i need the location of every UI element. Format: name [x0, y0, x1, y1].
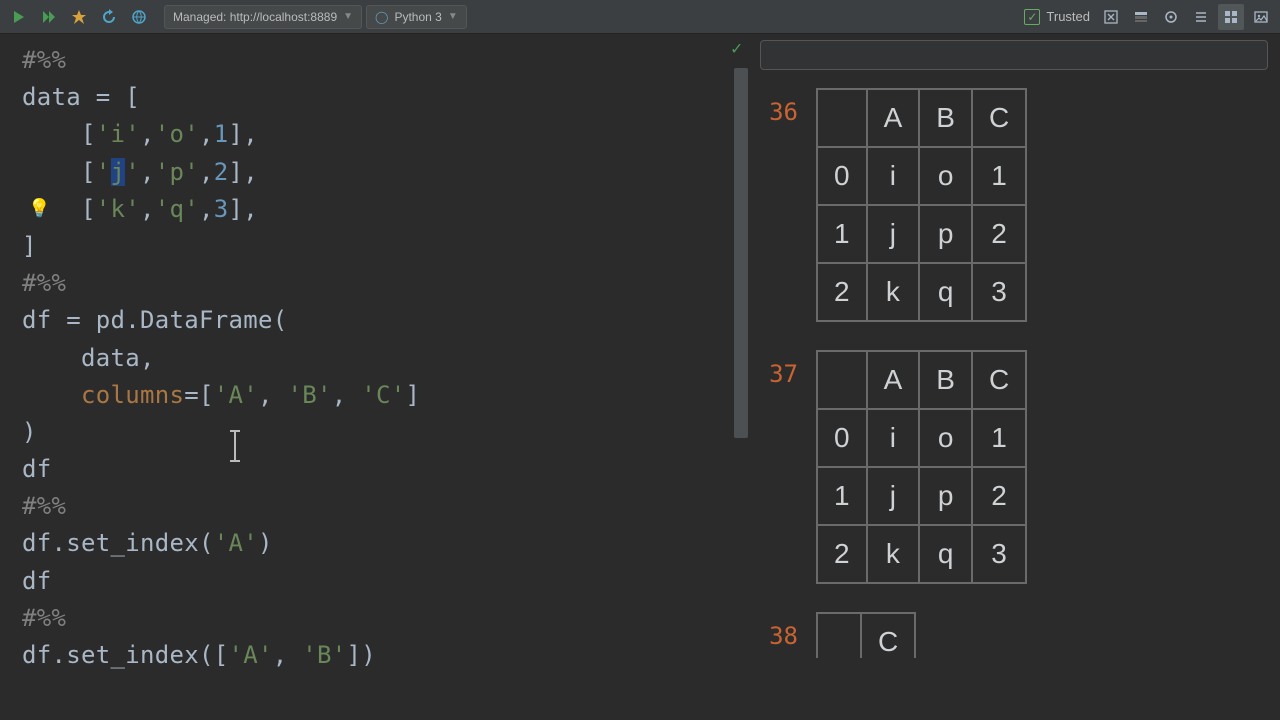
output-panel: 36ABC0io11jp22kq337ABC0io11jp22kq338C — [748, 34, 1280, 720]
kernel-combo[interactable]: ◯ Python 3 ▼ — [366, 5, 467, 29]
dataframe-table: C — [816, 612, 916, 658]
table-cell: q — [919, 525, 972, 583]
table-index-cell: 2 — [817, 263, 867, 321]
trusted-indicator[interactable]: ✓ Trusted — [1020, 9, 1094, 25]
table-header: B — [919, 351, 972, 409]
table-cell: q — [919, 263, 972, 321]
code-line[interactable]: ['k','q',3], — [22, 191, 748, 228]
table-row: 1jp2 — [817, 467, 1026, 525]
table-cell: 1 — [972, 409, 1026, 467]
grid-icon[interactable] — [1218, 4, 1244, 30]
table-cell: p — [919, 467, 972, 525]
code-line[interactable]: data, — [22, 340, 748, 377]
table-index-cell: 1 — [817, 467, 867, 525]
toolbar: Managed: http://localhost:8889 ▼ ◯ Pytho… — [0, 0, 1280, 34]
table-header — [817, 89, 867, 147]
output-header[interactable] — [760, 40, 1268, 70]
execution-count: 38 — [760, 612, 798, 650]
code-line[interactable]: df — [22, 451, 748, 488]
trusted-label: Trusted — [1046, 9, 1090, 24]
server-combo-label: Managed: http://localhost:8889 — [173, 10, 337, 24]
code-line[interactable]: df.set_index(['A', 'B']) — [22, 637, 748, 674]
table-cell: 2 — [972, 467, 1026, 525]
table-row: 1jp2 — [817, 205, 1026, 263]
code-line[interactable]: df — [22, 563, 748, 600]
scroll-out-icon[interactable] — [1098, 4, 1124, 30]
chevron-down-icon: ▼ — [343, 11, 353, 22]
table-cell: o — [919, 147, 972, 205]
code-line[interactable]: ) — [22, 414, 748, 451]
code-line[interactable]: #%% — [22, 600, 748, 637]
table-header: C — [972, 89, 1026, 147]
table-row: 2kq3 — [817, 525, 1026, 583]
variables-icon[interactable] — [1128, 4, 1154, 30]
browse-icon[interactable] — [126, 4, 152, 30]
cell-output: 36ABC0io11jp22kq3 — [760, 88, 1268, 322]
code-line[interactable]: data = [ — [22, 79, 748, 116]
table-header — [817, 351, 867, 409]
table-cell: p — [919, 205, 972, 263]
table-row: 0io1 — [817, 147, 1026, 205]
table-cell: i — [867, 409, 920, 467]
table-header: C — [972, 351, 1026, 409]
execution-count: 37 — [760, 350, 798, 388]
code-line[interactable]: #%% — [22, 488, 748, 525]
check-icon: ✓ — [1024, 9, 1040, 25]
run-all-icon[interactable] — [36, 4, 62, 30]
code-line[interactable]: df = pd.DataFrame( — [22, 302, 748, 339]
table-header — [817, 613, 861, 658]
cell-output: 38 C — [760, 612, 1268, 658]
table-row: 0io1 — [817, 409, 1026, 467]
cell-output: 37ABC0io11jp22kq3 — [760, 350, 1268, 584]
table-header: C — [861, 613, 915, 658]
table-index-cell: 0 — [817, 147, 867, 205]
table-cell: 3 — [972, 263, 1026, 321]
image-icon[interactable] — [1248, 4, 1274, 30]
run-cell-icon[interactable] — [6, 4, 32, 30]
inspection-ok-icon: ✓ — [731, 38, 742, 59]
table-cell: k — [867, 525, 920, 583]
table-header: A — [867, 351, 920, 409]
table-header: A — [867, 89, 920, 147]
restart-icon[interactable] — [96, 4, 122, 30]
dataframe-table: ABC0io11jp22kq3 — [816, 350, 1027, 584]
code-editor[interactable]: ✓ 💡 #%%data = [ ['i','o',1], ['j','p',2]… — [0, 34, 748, 720]
interrupt-icon[interactable] — [66, 4, 92, 30]
text-cursor — [234, 431, 236, 461]
server-combo[interactable]: Managed: http://localhost:8889 ▼ — [164, 5, 362, 29]
dataframe-table: ABC0io11jp22kq3 — [816, 88, 1027, 322]
table-index-cell: 2 — [817, 525, 867, 583]
lightbulb-icon[interactable]: 💡 — [28, 198, 50, 219]
scrollbar-thumb[interactable] — [734, 68, 748, 438]
table-cell: 1 — [972, 147, 1026, 205]
table-cell: i — [867, 147, 920, 205]
table-index-cell: 0 — [817, 409, 867, 467]
chevron-down-icon: ▼ — [448, 11, 458, 22]
table-row: 2kq3 — [817, 263, 1026, 321]
code-line[interactable]: #%% — [22, 265, 748, 302]
list-icon[interactable] — [1188, 4, 1214, 30]
code-line[interactable]: ['i','o',1], — [22, 116, 748, 153]
code-line[interactable]: columns=['A', 'B', 'C'] — [22, 377, 748, 414]
data-view-icon[interactable] — [1158, 4, 1184, 30]
table-cell: 3 — [972, 525, 1026, 583]
kernel-combo-label: Python 3 — [394, 10, 441, 24]
code-line[interactable]: #%% — [22, 42, 748, 79]
table-cell: j — [867, 205, 920, 263]
table-cell: k — [867, 263, 920, 321]
code-line[interactable]: ['j','p',2], — [22, 154, 748, 191]
table-index-cell: 1 — [817, 205, 867, 263]
code-line[interactable]: df.set_index('A') — [22, 525, 748, 562]
execution-count: 36 — [760, 88, 798, 126]
table-cell: o — [919, 409, 972, 467]
table-header: B — [919, 89, 972, 147]
table-cell: j — [867, 467, 920, 525]
code-line[interactable]: ] — [22, 228, 748, 265]
table-cell: 2 — [972, 205, 1026, 263]
